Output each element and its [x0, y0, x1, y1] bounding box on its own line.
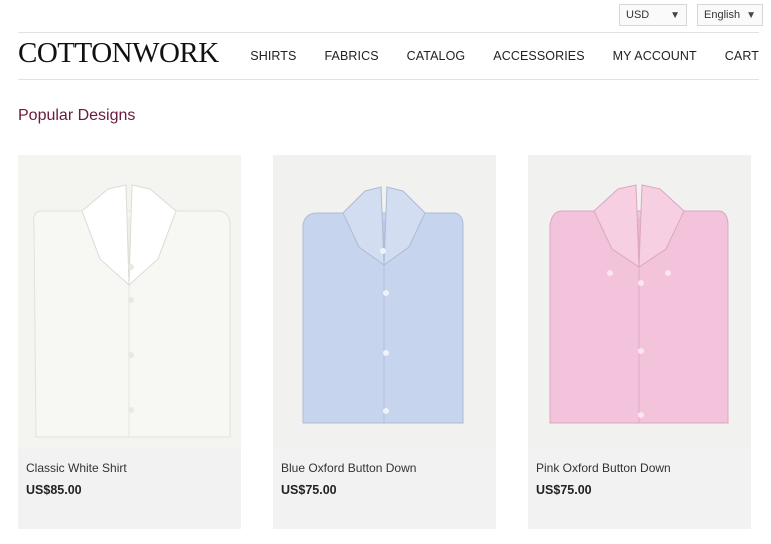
product-image-white-shirt[interactable] [18, 155, 241, 449]
product-price: US$85.00 [26, 483, 82, 497]
nav-accessories[interactable]: ACCESSORIES [493, 49, 584, 63]
language-select[interactable]: English ▼ [697, 4, 763, 26]
product-price: US$75.00 [281, 483, 337, 497]
site-logo[interactable]: COTTONWORK [18, 38, 219, 68]
language-value: English [704, 9, 741, 21]
utility-bar: USD ▼ English ▼ [619, 4, 763, 26]
product-card-blue[interactable]: Blue Oxford Button Down US$75.00 [273, 155, 496, 529]
nav-shirts[interactable]: SHIRTS [250, 49, 296, 63]
nav-fabrics[interactable]: FABRICS [324, 49, 378, 63]
product-price: US$75.00 [536, 483, 592, 497]
chevron-down-icon: ▼ [746, 9, 756, 21]
product-name[interactable]: Classic White Shirt [26, 461, 127, 475]
product-image-blue-shirt[interactable] [273, 155, 496, 449]
product-name[interactable]: Pink Oxford Button Down [536, 461, 671, 475]
currency-select[interactable]: USD ▼ [619, 4, 687, 26]
site-header: COTTONWORK SHIRTS FABRICS CATALOG ACCESS… [18, 32, 759, 80]
product-card-white[interactable]: Classic White Shirt US$85.00 [18, 155, 241, 529]
currency-value: USD [626, 9, 650, 21]
main-nav: SHIRTS FABRICS CATALOG ACCESSORIES MY AC… [222, 33, 759, 79]
nav-my-account[interactable]: MY ACCOUNT [613, 49, 697, 63]
nav-catalog[interactable]: CATALOG [407, 49, 466, 63]
product-image-pink-shirt[interactable] [528, 155, 751, 449]
chevron-down-icon: ▼ [670, 9, 680, 21]
product-card-pink[interactable]: Pink Oxford Button Down US$75.00 [528, 155, 751, 529]
section-title: Popular Designs [18, 107, 136, 124]
product-grid: Classic White Shirt US$85.00 Blue Oxford… [18, 155, 758, 529]
product-name[interactable]: Blue Oxford Button Down [281, 461, 416, 475]
nav-cart[interactable]: CART [725, 49, 759, 63]
